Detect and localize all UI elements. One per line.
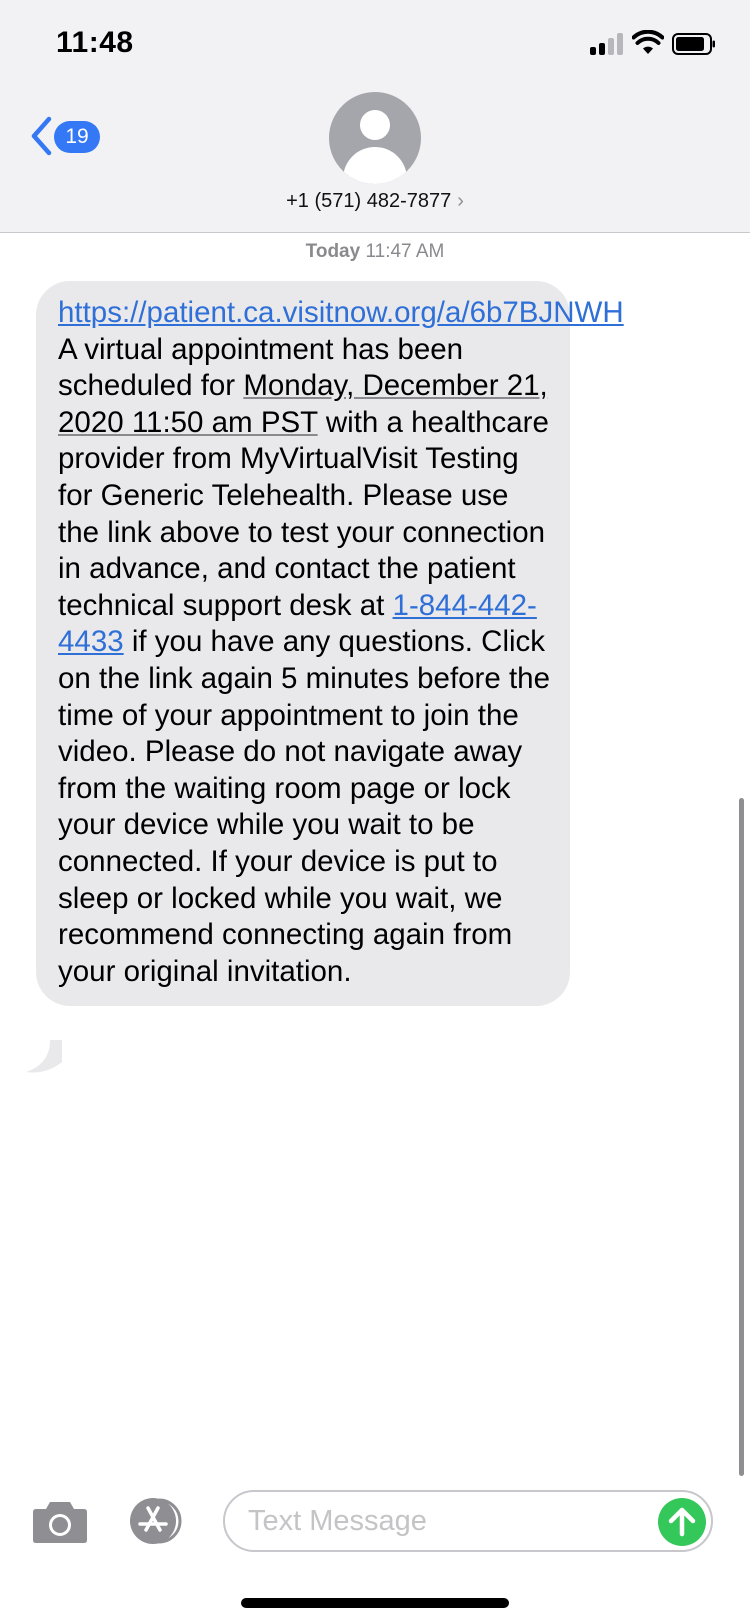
message-text-part: if you have any questions. Click on the … (58, 625, 550, 988)
battery-icon (672, 33, 715, 55)
timestamp-time: 11:47 AM (365, 241, 445, 262)
home-indicator[interactable] (241, 1598, 509, 1608)
message-input[interactable]: Text Message (223, 1490, 713, 1552)
contact-name-button[interactable]: +1 (571) 482-7877 › (0, 190, 750, 213)
wifi-icon (632, 30, 664, 54)
conversation-header: 11:48 19 +1 (571) 482-7877 › (0, 0, 750, 233)
bubble-tail (26, 1040, 62, 1073)
back-button[interactable]: 19 (26, 112, 116, 162)
unread-count-badge: 19 (54, 121, 100, 153)
timestamp-day: Today (305, 241, 361, 262)
incoming-message-bubble[interactable]: https://patient.ca.visitnow.org/a/6b7BJN… (36, 281, 624, 1007)
contact-number: +1 (571) 482-7877 (286, 190, 452, 212)
app-store-icon[interactable] (126, 1496, 192, 1546)
camera-icon[interactable] (32, 1498, 88, 1544)
messages-screen: 11:48 19 +1 (571) 482-7877 › Today 11:47… (0, 0, 750, 1623)
message-timestamp: Today 11:47 AM (0, 241, 750, 263)
scroll-indicator[interactable] (739, 798, 744, 1476)
message-link[interactable]: https://patient.ca.visitnow.org/a/6b7BJN… (58, 296, 624, 329)
send-button[interactable] (658, 1498, 706, 1546)
status-time: 11:48 (56, 26, 134, 59)
cellular-signal-icon (590, 33, 624, 55)
contact-avatar[interactable] (329, 92, 421, 184)
chevron-right-icon: › (457, 190, 464, 212)
message-input-placeholder: Text Message (248, 1505, 427, 1537)
person-icon-body (343, 147, 407, 184)
arrow-up-icon (668, 1507, 696, 1537)
chevron-left-icon (31, 116, 52, 156)
person-icon-head (360, 110, 390, 140)
